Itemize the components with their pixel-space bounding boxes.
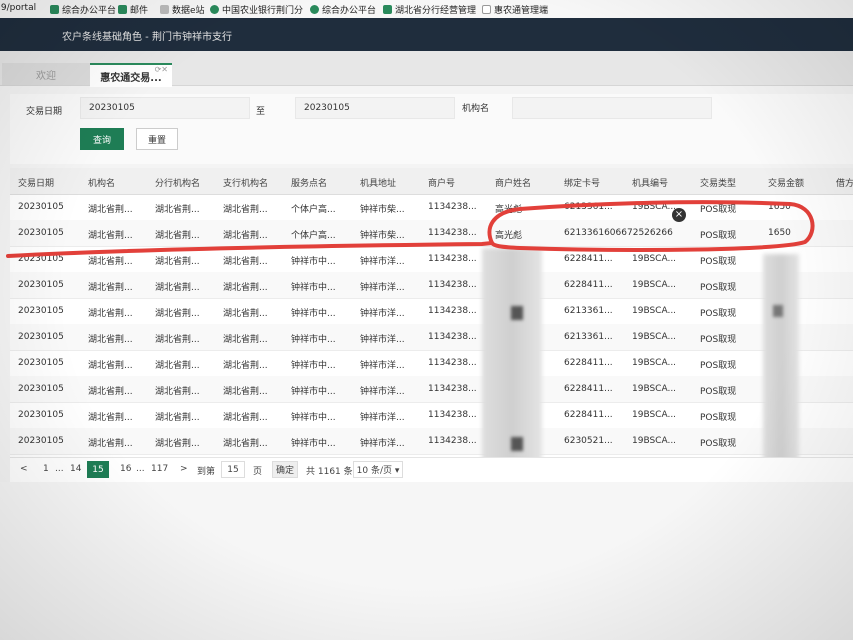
annotation-circle — [487, 200, 815, 252]
annotation-underline — [6, 241, 494, 258]
screen: .9/portal 综合办公平台 邮件 数据e站 中国农业银行荆门分 综合办公平… — [0, 0, 853, 640]
annotation-overlay — [6, 200, 815, 258]
